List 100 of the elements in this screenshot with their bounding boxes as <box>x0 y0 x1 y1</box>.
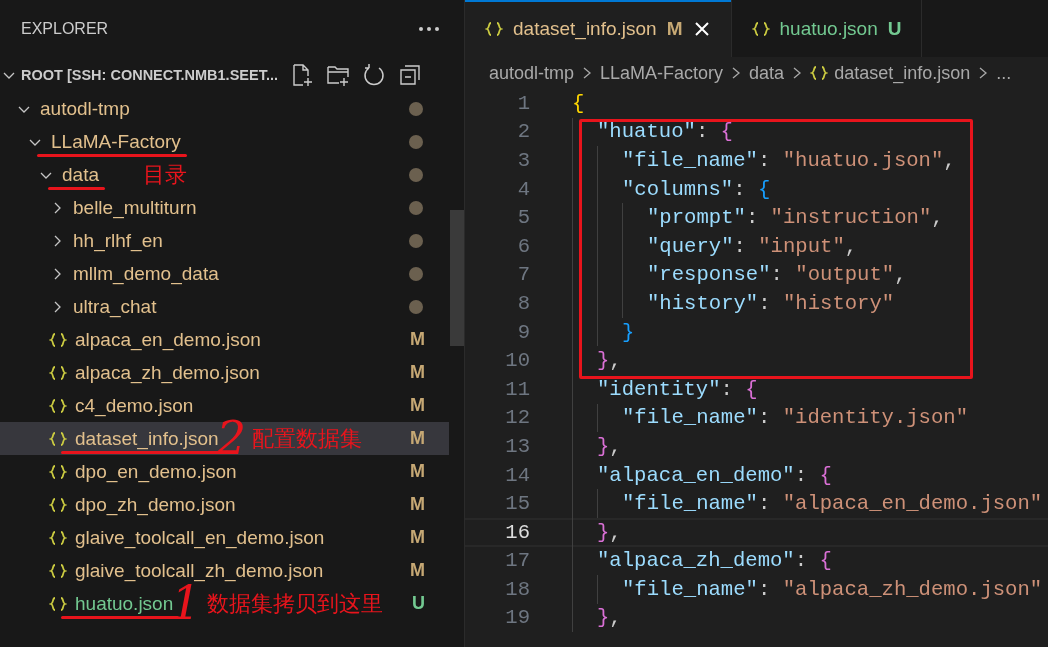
annotation-note: 数据集拷贝到这里 <box>206 589 383 618</box>
breadcrumb-item[interactable]: autodl-tmp <box>489 62 575 84</box>
json-key: "response" <box>647 263 771 287</box>
json-string: "alpaca_zh_demo.json" <box>782 577 1043 601</box>
json-file-icon <box>485 20 503 37</box>
breadcrumb-item[interactable]: dataset_info.json <box>834 62 971 84</box>
collapse-all-icon[interactable] <box>398 63 422 87</box>
json-string: "instruction" <box>770 206 932 230</box>
json-key: "history" <box>647 291 759 315</box>
editor-tab[interactable]: dataset_info.json M <box>465 0 732 57</box>
punctuation: , <box>609 520 622 544</box>
folder-item[interactable]: belle_multiturn <box>0 191 449 224</box>
section-title[interactable]: ROOT [SSH: CONNECT.NMB1.SEET... <box>21 67 278 83</box>
annotation-note: 目录 <box>143 160 187 189</box>
punctuation: , <box>894 263 907 287</box>
file-name: glaive_toolcall_en_demo.json <box>75 526 325 549</box>
punctuation: : <box>770 263 784 287</box>
modified-dot <box>409 299 423 314</box>
line-number: 3 <box>516 149 530 172</box>
punctuation: : <box>695 120 710 144</box>
json-key: "prompt" <box>647 206 746 230</box>
json-key: "file_name" <box>622 492 758 516</box>
punctuation: : <box>745 206 760 230</box>
file-item[interactable]: alpaca_en_demo.json M <box>0 323 449 356</box>
json-string: "input" <box>758 234 845 258</box>
git-status-label: M <box>410 329 425 350</box>
punctuation: : <box>733 177 747 201</box>
file-item[interactable]: alpaca_zh_demo.json M <box>0 356 449 389</box>
line-number: 5 <box>516 206 530 230</box>
annotation-underline <box>48 186 105 190</box>
file-item[interactable]: dpo_en_demo.json M <box>0 455 449 488</box>
json-string: "huatuo.json" <box>782 149 944 172</box>
punctuation: : <box>794 463 809 487</box>
close-icon[interactable] <box>692 19 711 38</box>
folder-item[interactable]: mllm_demo_data <box>0 257 449 290</box>
json-string: "history" <box>782 291 895 315</box>
punctuation: : <box>733 234 747 258</box>
json-file-icon <box>49 595 67 612</box>
line-number: 1 <box>516 91 530 115</box>
git-status-label: M <box>410 527 425 548</box>
new-file-icon[interactable] <box>290 63 314 87</box>
bracket: } <box>597 434 610 458</box>
modified-dot <box>409 134 423 149</box>
new-folder-icon[interactable] <box>326 63 350 87</box>
punctuation: , <box>844 234 858 258</box>
bracket: { <box>819 463 832 487</box>
punctuation: , <box>609 606 622 630</box>
folder-name: data <box>62 163 99 186</box>
folder-item[interactable]: LLaMA-Factory <box>0 125 449 158</box>
file-item[interactable]: glaive_toolcall_en_demo.json M <box>0 521 449 554</box>
folder-name: hh_rlhf_en <box>73 229 163 252</box>
sidebar-title: EXPLORER <box>21 20 109 38</box>
modified-dot <box>409 101 423 116</box>
json-file-icon <box>49 331 67 348</box>
json-file-icon <box>49 397 67 414</box>
folder-name: ultra_chat <box>73 295 157 318</box>
line-number: 12 <box>504 406 530 430</box>
folder-name: LLaMA-Factory <box>51 130 181 153</box>
bracket: } <box>622 320 635 344</box>
bracket: { <box>572 91 585 115</box>
json-string: "identity.json" <box>782 406 969 430</box>
file-name: huatuo.json <box>75 592 174 615</box>
json-string: "alpaca_en_demo.json" <box>782 492 1043 516</box>
json-key: "columns" <box>622 177 734 201</box>
line-number: 15 <box>504 492 530 516</box>
line-number: 8 <box>516 291 530 315</box>
bracket: { <box>720 120 733 144</box>
git-status-label: M <box>410 395 425 416</box>
breadcrumb-item[interactable]: LLaMA-Factory <box>600 62 724 84</box>
modified-dot <box>409 233 423 248</box>
refresh-icon[interactable] <box>362 63 386 87</box>
line-number: 11 <box>504 377 530 401</box>
folder-item[interactable]: autodl-tmp <box>0 92 449 125</box>
json-file-icon <box>49 496 67 513</box>
file-item[interactable]: dpo_zh_demo.json M <box>0 488 449 521</box>
file-name: c4_demo.json <box>75 394 194 417</box>
line-number: 6 <box>516 234 530 258</box>
folder-item[interactable]: data 目录 <box>0 158 449 191</box>
breadcrumb-item[interactable]: data <box>749 62 785 84</box>
folder-name: autodl-tmp <box>40 97 130 120</box>
folder-item[interactable]: ultra_chat <box>0 290 449 323</box>
punctuation: : <box>794 549 809 573</box>
json-key: "query" <box>647 234 734 258</box>
line-number: 4 <box>516 177 530 201</box>
json-key: "file_name" <box>622 149 758 172</box>
json-string: "output" <box>795 263 895 287</box>
more-actions-icon[interactable] <box>418 26 440 32</box>
modified-dot <box>409 266 423 281</box>
punctuation: , <box>609 349 622 373</box>
bracket: { <box>819 549 832 573</box>
scrollbar[interactable] <box>450 210 464 346</box>
punctuation: , <box>609 434 622 458</box>
json-key: "alpaca_en_demo" <box>597 463 795 487</box>
line-number: 18 <box>504 577 530 601</box>
git-status-label: U <box>412 593 425 614</box>
punctuation: : <box>757 492 772 516</box>
folder-item[interactable]: hh_rlhf_en <box>0 224 449 257</box>
file-name: dataset_info.json <box>75 427 219 450</box>
line-number: 19 <box>504 606 530 630</box>
breadcrumb-item[interactable]: ... <box>996 62 1012 84</box>
